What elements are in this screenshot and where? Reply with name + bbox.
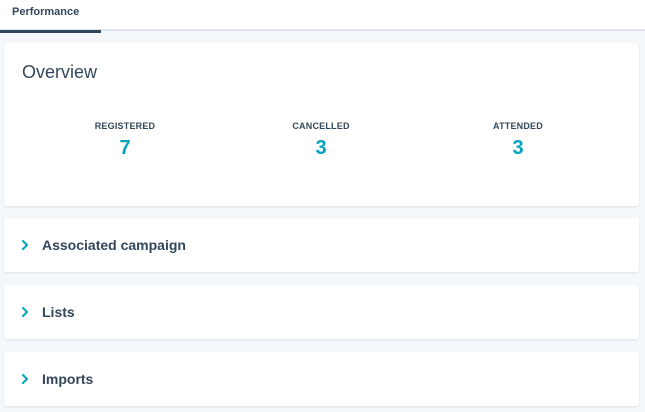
overview-card: Overview REGISTERED 7 CANCELLED 3 ATTEND… <box>4 43 639 206</box>
chevron-right-icon <box>22 240 28 250</box>
stat-attended: ATTENDED 3 <box>458 121 578 159</box>
stat-cancelled: CANCELLED 3 <box>261 121 381 159</box>
tab-performance[interactable]: Performance <box>0 0 101 33</box>
active-tab-indicator <box>0 30 101 33</box>
stat-cancelled-label: CANCELLED <box>292 121 350 131</box>
stat-registered-label: REGISTERED <box>94 121 156 131</box>
stat-cancelled-value: 3 <box>315 137 327 159</box>
lists-section[interactable]: Lists <box>4 285 639 339</box>
stat-registered: REGISTERED 7 <box>65 121 185 159</box>
chevron-right-icon <box>22 374 28 384</box>
associated-campaign-section[interactable]: Associated campaign <box>4 218 639 272</box>
imports-section[interactable]: Imports <box>4 352 639 406</box>
associated-campaign-title: Associated campaign <box>42 237 186 253</box>
overview-title: Overview <box>22 62 98 82</box>
imports-title: Imports <box>42 371 94 387</box>
tab-performance-label: Performance <box>12 6 80 18</box>
stat-registered-value: 7 <box>119 137 131 159</box>
tab-bar: Performance <box>0 0 645 33</box>
chevron-right-icon <box>22 307 28 317</box>
stat-attended-value: 3 <box>512 137 524 159</box>
stat-attended-label: ATTENDED <box>493 121 543 131</box>
lists-title: Lists <box>42 304 75 320</box>
